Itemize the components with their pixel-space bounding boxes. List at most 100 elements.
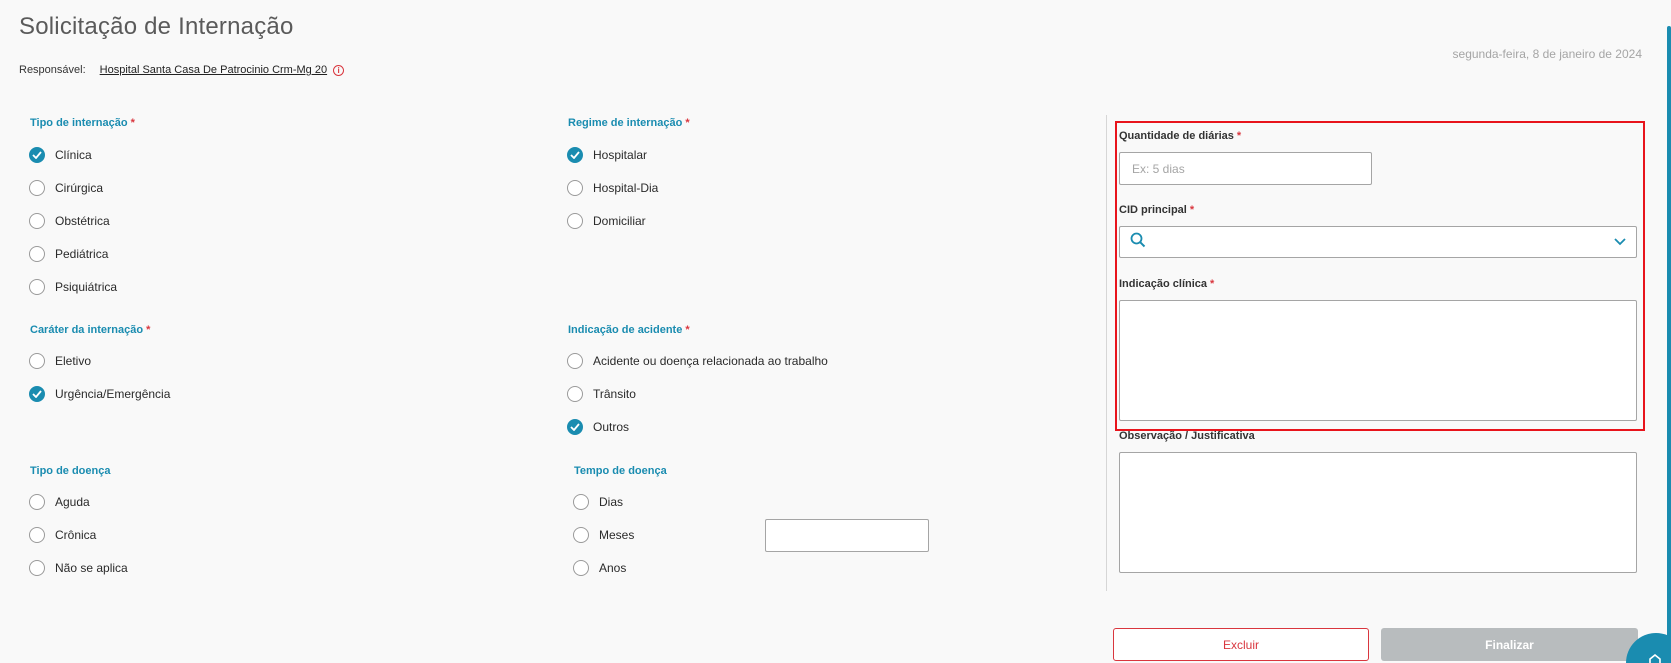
indicacao-acidente-label: Indicação de acidente * <box>568 324 690 336</box>
chevron-down-icon[interactable] <box>1614 233 1626 251</box>
cid-principal-label-text: CID principal <box>1119 204 1187 216</box>
indicacao-clinica-textarea[interactable] <box>1119 300 1637 421</box>
regime-internacao-label: Regime de internação * <box>568 117 690 129</box>
radio-label: Urgência/Emergência <box>55 387 171 401</box>
radio-label: Eletivo <box>55 354 92 368</box>
radio-tipo-internacao-obstetrica[interactable]: Obstétrica <box>29 213 110 229</box>
radio-regime-hospital-dia[interactable]: Hospital-Dia <box>567 180 658 196</box>
required-mark: * <box>685 324 690 336</box>
radio-label: Anos <box>599 561 627 575</box>
responsavel-label: Responsável: <box>19 64 86 76</box>
radio-label: Hospitalar <box>593 148 648 162</box>
observacao-textarea[interactable] <box>1119 452 1637 573</box>
indicacao-acidente-label-text: Indicação de acidente <box>568 324 683 336</box>
radio-tipo-internacao-psiquiatrica[interactable]: Psiquiátrica <box>29 279 117 295</box>
quantidade-diarias-label: Quantidade de diárias * <box>1119 130 1241 142</box>
radio-control[interactable] <box>573 527 589 543</box>
page: Solicitação de Internação Responsável: H… <box>0 0 1671 663</box>
radio-tempo-meses[interactable]: Meses <box>573 527 634 543</box>
radio-control[interactable] <box>29 213 45 229</box>
tipo-doenca-label: Tipo de doença <box>30 465 111 477</box>
radio-regime-hospitalar[interactable]: Hospitalar <box>567 147 647 163</box>
radio-tipo-internacao-clinica[interactable]: Clínica <box>29 147 92 163</box>
radio-label: Crônica <box>55 528 97 542</box>
radio-control[interactable] <box>567 419 583 435</box>
regime-internacao-label-text: Regime de internação <box>568 117 683 129</box>
radio-control[interactable] <box>29 246 45 262</box>
cid-principal-combo[interactable] <box>1119 226 1637 258</box>
required-mark: * <box>685 117 690 129</box>
radio-control[interactable] <box>29 180 45 196</box>
radio-label: Psiquiátrica <box>55 280 118 294</box>
radio-label: Aguda <box>55 495 90 509</box>
tipo-internacao-label-text: Tipo de internação <box>30 117 128 129</box>
radio-label: Meses <box>599 528 635 542</box>
required-mark: * <box>1210 278 1215 290</box>
tempo-doenca-label: Tempo de doença <box>574 465 667 477</box>
radio-tempo-anos[interactable]: Anos <box>573 560 626 576</box>
radio-control[interactable] <box>29 147 45 163</box>
radio-control[interactable] <box>29 494 45 510</box>
quantidade-diarias-label-text: Quantidade de diárias <box>1119 130 1234 142</box>
info-icon[interactable]: i <box>333 64 345 76</box>
required-mark: * <box>1236 130 1242 142</box>
current-date: segunda-feira, 8 de janeiro de 2024 <box>1452 47 1642 61</box>
carater-internacao-label: Caráter da internação * <box>30 324 150 336</box>
radio-regime-domiciliar[interactable]: Domiciliar <box>567 213 646 229</box>
radio-control[interactable] <box>573 560 589 576</box>
radio-control[interactable] <box>29 353 45 369</box>
quantidade-diarias-input[interactable] <box>1119 152 1372 185</box>
radio-tempo-dias[interactable]: Dias <box>573 494 623 510</box>
radio-control[interactable] <box>567 147 583 163</box>
radio-control[interactable] <box>29 279 45 295</box>
radio-carater-eletivo[interactable]: Eletivo <box>29 353 91 369</box>
required-mark: * <box>146 324 151 336</box>
column-divider <box>1106 115 1107 591</box>
responsavel-link[interactable]: Hospital Santa Casa De Patrocinio Crm-Mg… <box>100 64 327 76</box>
radio-doenca-nao-se-aplica[interactable]: Não se aplica <box>29 560 128 576</box>
radio-label: Dias <box>599 495 624 509</box>
page-title: Solicitação de Internação <box>19 13 294 40</box>
radio-control[interactable] <box>29 386 45 402</box>
radio-tipo-internacao-cirurgica[interactable]: Cirúrgica <box>29 180 103 196</box>
finalizar-button[interactable]: Finalizar <box>1381 628 1638 661</box>
radio-control[interactable] <box>29 560 45 576</box>
excluir-button[interactable]: Excluir <box>1113 628 1369 661</box>
vertical-scrollbar[interactable] <box>1667 26 1671 663</box>
cid-principal-label: CID principal * <box>1119 204 1194 216</box>
required-mark: * <box>1189 204 1195 216</box>
radio-tipo-internacao-pediatrica[interactable]: Pediátrica <box>29 246 108 262</box>
radio-control[interactable] <box>29 527 45 543</box>
tipo-internacao-label: Tipo de internação * <box>30 117 135 129</box>
radio-label: Domiciliar <box>593 214 646 228</box>
radio-control[interactable] <box>573 494 589 510</box>
radio-label: Cirúrgica <box>55 181 104 195</box>
radio-control[interactable] <box>567 213 583 229</box>
radio-label: Hospital-Dia <box>593 181 659 195</box>
indicacao-clinica-label: Indicação clínica * <box>1119 278 1214 290</box>
radio-acidente-trabalho[interactable]: Acidente ou doença relacionada ao trabal… <box>567 353 828 369</box>
responsavel-row: Responsável: Hospital Santa Casa De Patr… <box>19 64 345 76</box>
radio-carater-urgencia[interactable]: Urgência/Emergência <box>29 386 170 402</box>
required-mark: * <box>130 117 135 129</box>
radio-acidente-outros[interactable]: Outros <box>567 419 629 435</box>
observacao-label: Observação / Justificativa <box>1119 430 1255 442</box>
radio-label: Pediátrica <box>55 247 109 261</box>
radio-control[interactable] <box>567 180 583 196</box>
radio-control[interactable] <box>567 353 583 369</box>
radio-doenca-aguda[interactable]: Aguda <box>29 494 90 510</box>
radio-label: Clínica <box>55 148 92 162</box>
radio-control[interactable] <box>567 386 583 402</box>
radio-label: Trânsito <box>593 387 636 401</box>
radio-acidente-transito[interactable]: Trânsito <box>567 386 636 402</box>
radio-label: Obstétrica <box>55 214 110 228</box>
radio-label: Acidente ou doença relacionada ao trabal… <box>593 354 828 368</box>
radio-label: Não se aplica <box>55 561 128 575</box>
home-icon <box>1649 651 1661 663</box>
radio-label: Outros <box>593 420 630 434</box>
search-icon <box>1130 232 1146 253</box>
radio-doenca-cronica[interactable]: Crônica <box>29 527 96 543</box>
carater-internacao-label-text: Caráter da internação <box>30 324 144 336</box>
indicacao-clinica-label-text: Indicação clínica <box>1119 278 1208 290</box>
tempo-doenca-input[interactable] <box>765 519 929 552</box>
